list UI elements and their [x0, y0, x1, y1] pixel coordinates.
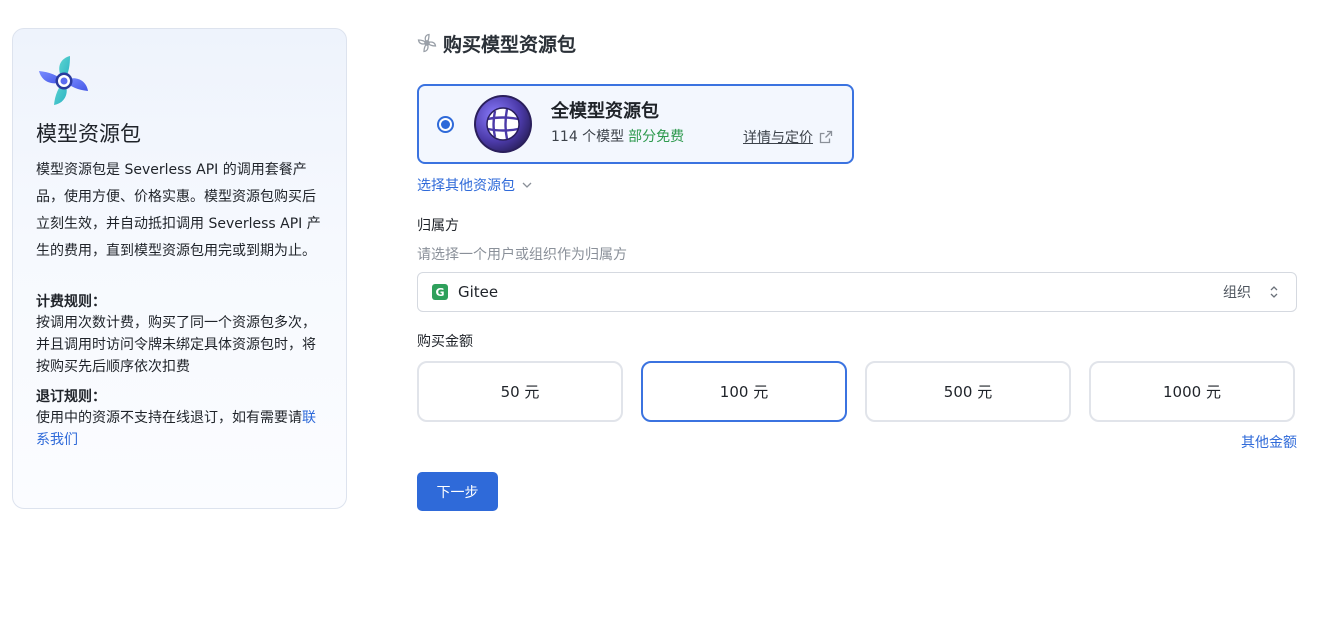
owner-name: Gitee [458, 283, 499, 301]
billing-rule: 计费规则： 按调用次数计费，购买了同一个资源包多次，并且调用时访问令牌未绑定具体… [36, 292, 324, 378]
info-card: 模型资源包 模型资源包是 Severless API 的调用套餐产品，使用方便、… [12, 28, 347, 509]
package-meta: 114 个模型 部分免费 [551, 126, 684, 148]
page: 模型资源包 模型资源包是 Severless API 的调用套餐产品，使用方便、… [0, 0, 1320, 635]
page-header: 购买模型资源包 [417, 28, 1297, 58]
globe-grid-icon [474, 95, 532, 153]
refund-rule-title: 退订规则： [36, 389, 106, 405]
package-detail-label: 详情与定价 [743, 130, 813, 146]
amount-option-500[interactable]: 500 元 [865, 361, 1071, 422]
package-model-count: 114 个模型 [551, 129, 625, 145]
billing-rule-title: 计费规则： [36, 294, 106, 310]
billing-rule-text: 按调用次数计费，购买了同一个资源包多次，并且调用时访问令牌未绑定具体资源包时，将… [36, 315, 316, 375]
amount-option-50[interactable]: 50 元 [417, 361, 623, 422]
external-link-icon [819, 130, 833, 144]
other-amount-link[interactable]: 其他金额 [417, 432, 1297, 452]
amount-option-100[interactable]: 100 元 [641, 361, 847, 422]
package-radio[interactable] [437, 115, 454, 133]
choose-other-label: 选择其他资源包 [417, 178, 515, 194]
package-detail-link[interactable]: 详情与定价 [743, 127, 833, 147]
owner-hint: 请选择一个用户或组织作为归属方 [417, 247, 627, 263]
purchase-form: 购买模型资源包 全模型资源包 114 个模型 部分免费 详情与定价 选择其他资源… [417, 28, 1297, 511]
owner-label: 归属方 [417, 218, 459, 234]
amount-option-1000[interactable]: 1000 元 [1089, 361, 1295, 422]
pinwheel-logo-icon [39, 56, 88, 105]
package-name: 全模型资源包 [551, 101, 659, 122]
owner-type: 组织 [1223, 285, 1251, 301]
refund-rule-text: 使用中的资源不支持在线退订，如有需要请联系我们 [36, 407, 328, 451]
chevron-up-down-icon [1270, 286, 1278, 298]
package-card-all-models[interactable]: 全模型资源包 114 个模型 部分免费 详情与定价 [417, 84, 854, 164]
refund-rule: 退订规则： 使用中的资源不支持在线退订，如有需要请联系我们 [36, 387, 324, 451]
radio-dot [441, 119, 450, 129]
package-free-badge: 部分免费 [628, 129, 685, 145]
amount-options: 50 元 100 元 500 元 1000 元 [417, 361, 1297, 422]
owner-avatar: G [432, 284, 448, 300]
page-title: 购买模型资源包 [443, 33, 577, 56]
info-description: 模型资源包是 Severless API 的调用套餐产品，使用方便、价格实惠。模… [36, 162, 321, 259]
next-step-button[interactable]: 下一步 [417, 472, 498, 511]
chevron-down-icon [522, 182, 532, 188]
amount-label: 购买金额 [417, 334, 473, 350]
package-info: 全模型资源包 114 个模型 部分免费 [551, 100, 684, 148]
pinwheel-outline-icon [417, 33, 437, 53]
choose-other-package[interactable]: 选择其他资源包 [417, 175, 533, 195]
refund-rule-prefix: 使用中的资源不支持在线退订，如有需要请 [36, 410, 302, 426]
info-title: 模型资源包 [36, 122, 141, 146]
owner-select[interactable]: G Gitee 组织 [417, 272, 1297, 312]
